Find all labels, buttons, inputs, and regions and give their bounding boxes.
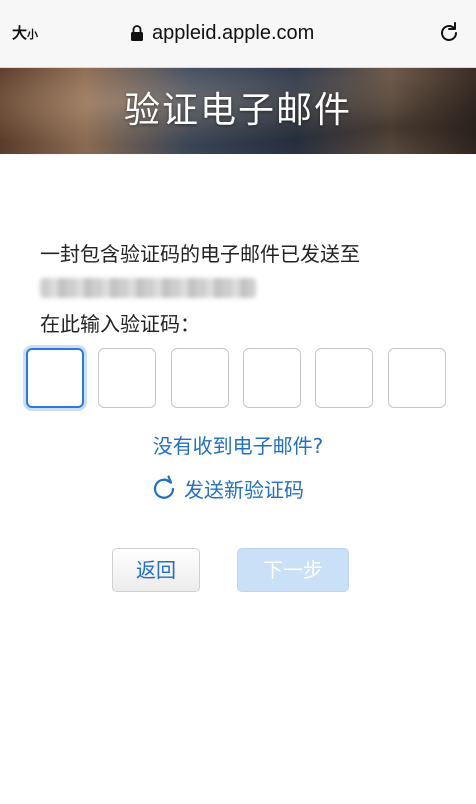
browser-toolbar: 大小 appleid.apple.com <box>0 0 476 68</box>
enter-code-label: 在此输入验证码： <box>40 312 200 336</box>
resend-code-link[interactable]: 发送新验证码 <box>150 472 304 504</box>
lock-icon <box>131 25 143 41</box>
page-title: 验证电子邮件 <box>123 90 352 131</box>
text-size-large-label: 大 <box>12 24 28 42</box>
code-digit-5[interactable] <box>315 348 373 408</box>
url-text: appleid.apple.com <box>152 21 315 44</box>
back-button[interactable]: 返回 <box>112 548 200 592</box>
redacted-email <box>40 278 256 298</box>
code-digit-1[interactable] <box>26 348 84 408</box>
text-size-button[interactable]: 大小 <box>12 22 38 43</box>
header-banner: 验证电子邮件 <box>0 68 476 154</box>
info-text: 一封包含验证码的电子邮件已发送至 <box>40 242 360 266</box>
code-digit-4[interactable] <box>243 348 301 408</box>
code-digit-3[interactable] <box>171 348 229 408</box>
refresh-icon <box>153 475 175 499</box>
code-digit-6[interactable] <box>388 348 446 408</box>
address-bar[interactable]: appleid.apple.com <box>130 18 314 48</box>
no-email-link[interactable]: 没有收到电子邮件? <box>0 430 476 459</box>
resend-code-label: 发送新验证码 <box>184 477 304 502</box>
code-digit-2[interactable] <box>98 348 156 408</box>
text-size-small-label: 小 <box>27 28 39 41</box>
next-button[interactable]: 下一步 <box>237 548 349 592</box>
reload-icon[interactable] <box>436 20 462 46</box>
